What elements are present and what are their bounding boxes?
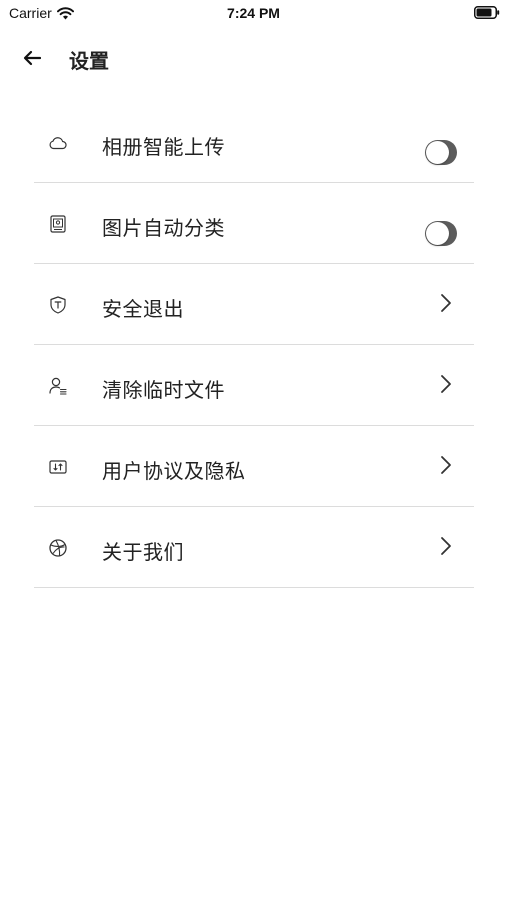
settings-item-label: 相册智能上传 — [102, 135, 225, 159]
settings-item-album-upload[interactable]: 相册智能上传 — [34, 102, 474, 183]
settings-item-auto-classify[interactable]: 图片自动分类 — [34, 183, 474, 264]
cloud-icon — [49, 137, 67, 150]
settings-item-label: 图片自动分类 — [102, 216, 225, 240]
settings-item-safe-logout[interactable]: 安全退出 — [34, 264, 474, 345]
settings-item-agreement-privacy[interactable]: 用户协议及隐私 — [34, 426, 474, 507]
toggle-knob — [426, 222, 449, 245]
chevron-right-icon — [441, 537, 451, 555]
document-icon — [49, 460, 67, 474]
settings-item-label: 关于我们 — [102, 540, 184, 564]
status-bar: Carrier 7:24 PM — [0, 0, 507, 30]
chevron-right-icon — [441, 375, 451, 393]
chevron-right-icon — [441, 456, 451, 474]
status-time: 7:24 PM — [227, 5, 280, 21]
photo-frame-icon — [50, 215, 66, 233]
shield-icon — [50, 296, 66, 314]
battery-icon — [474, 6, 500, 19]
settings-item-clear-temp[interactable]: 清除临时文件 — [34, 345, 474, 426]
auto-classify-toggle[interactable] — [425, 221, 457, 246]
toggle-knob — [426, 141, 449, 164]
user-list-icon — [49, 377, 67, 395]
settings-item-label: 安全退出 — [102, 297, 184, 321]
arrow-left-icon — [23, 50, 41, 66]
globe-icon — [49, 539, 67, 557]
album-upload-toggle[interactable] — [425, 140, 457, 165]
nav-bar: 设置 — [0, 40, 507, 76]
back-button[interactable] — [16, 43, 48, 73]
settings-list: 相册智能上传 图片自动分类 安全退出 清除临时文件 用户协议及隐私 关于我们 — [34, 102, 474, 588]
chevron-right-icon — [441, 294, 451, 312]
settings-item-label: 用户协议及隐私 — [102, 459, 246, 483]
page-title: 设置 — [69, 49, 109, 73]
settings-item-label: 清除临时文件 — [102, 378, 225, 402]
settings-item-about-us[interactable]: 关于我们 — [34, 507, 474, 588]
